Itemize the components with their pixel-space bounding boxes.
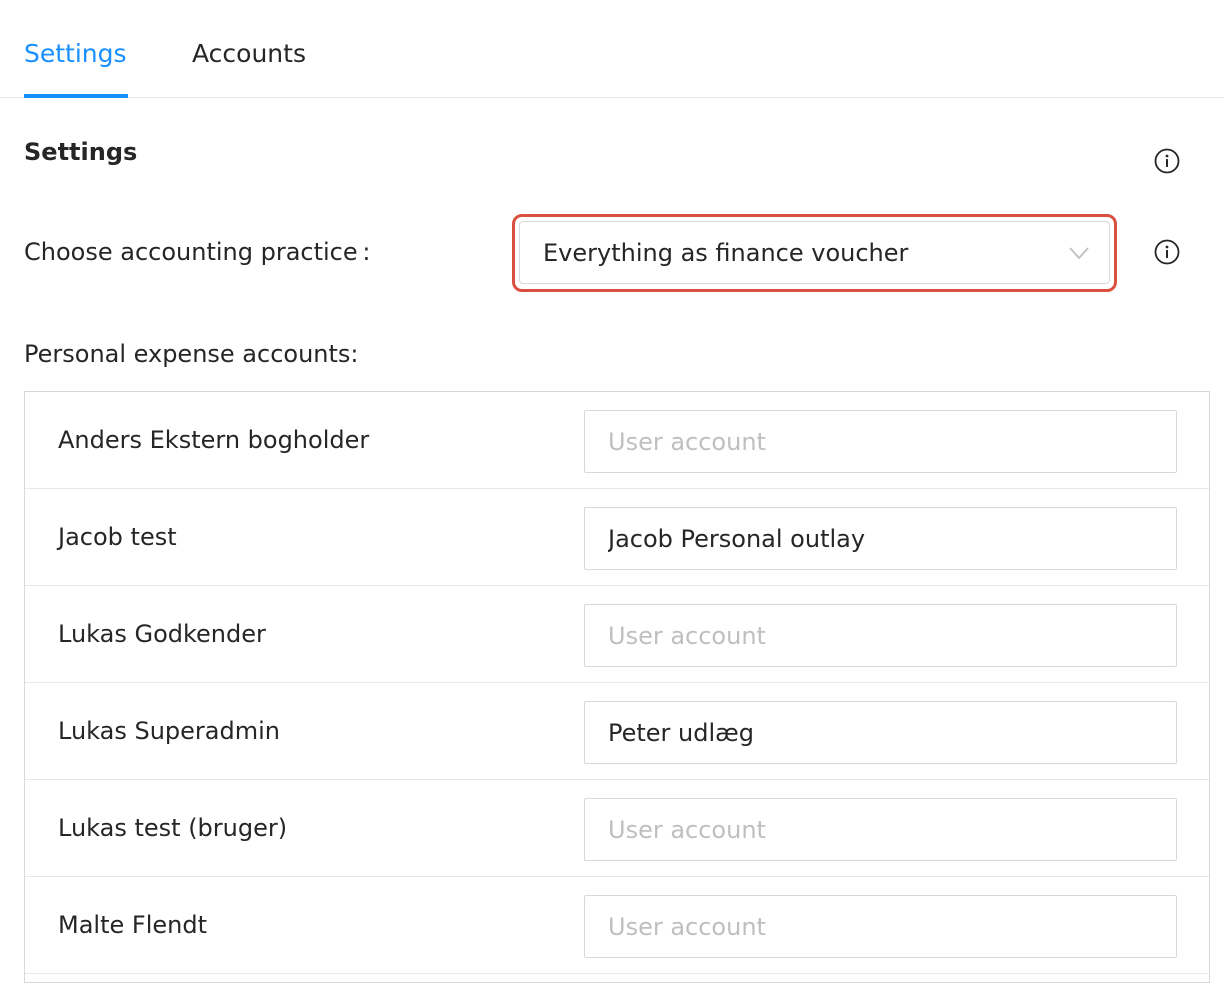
personal-accounts-label: Personal expense accounts: — [24, 340, 359, 368]
user-account-input[interactable] — [584, 604, 1177, 667]
user-account-input[interactable] — [584, 507, 1177, 570]
settings-page: Settings Accounts Settings Choose accoun… — [0, 0, 1224, 998]
account-row: Anders Ekstern bogholder — [25, 392, 1209, 489]
tab-bar: Settings Accounts — [0, 0, 1224, 98]
select-value: Everything as finance voucher — [543, 239, 909, 267]
account-user-name: Jacob test — [58, 523, 177, 551]
tab-accounts[interactable]: Accounts — [192, 36, 306, 72]
account-row: Lukas Superadmin — [25, 683, 1209, 780]
section-title: Settings — [24, 138, 138, 166]
accounting-practice-label: Choose accounting practice : — [24, 238, 371, 266]
active-tab-indicator — [24, 94, 128, 98]
account-user-name: Lukas Godkender — [58, 620, 266, 648]
user-account-input[interactable] — [584, 798, 1177, 861]
account-row: Lukas Godkender — [25, 586, 1209, 683]
account-row: Jacob test — [25, 489, 1209, 586]
user-account-input[interactable] — [584, 895, 1177, 958]
info-circle-icon[interactable] — [1154, 148, 1180, 174]
account-user-name: Anders Ekstern bogholder — [58, 426, 370, 454]
user-account-input[interactable] — [584, 410, 1177, 473]
user-account-input[interactable] — [584, 701, 1177, 764]
account-row: Lukas test (bruger) — [25, 780, 1209, 877]
account-user-name: Lukas Superadmin — [58, 717, 280, 745]
info-circle-icon[interactable] — [1154, 239, 1180, 265]
account-row: Malte Flendt — [25, 877, 1209, 974]
account-user-name: Lukas test (bruger) — [58, 814, 288, 842]
account-user-name: Malte Flendt — [58, 911, 207, 939]
personal-accounts-list: Anders Ekstern bogholder Jacob test Luka… — [24, 391, 1210, 983]
accounting-practice-select[interactable]: Everything as finance voucher — [519, 221, 1110, 284]
chevron-down-icon — [1069, 247, 1089, 260]
tab-settings[interactable]: Settings — [24, 36, 127, 72]
